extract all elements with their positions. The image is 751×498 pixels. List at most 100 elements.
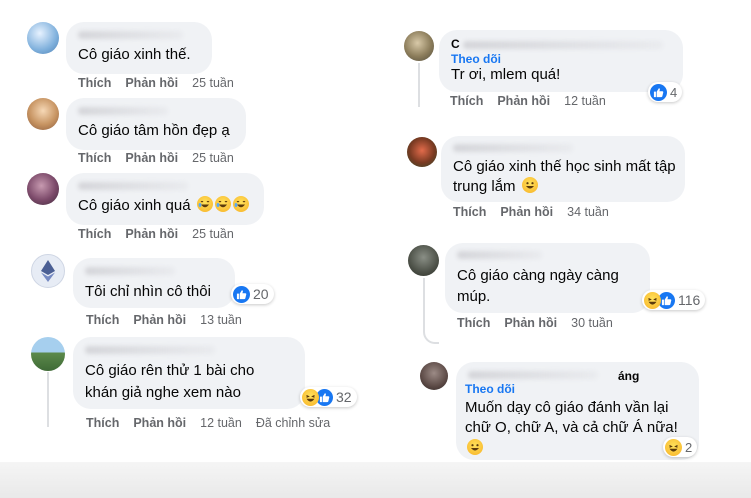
comment-time[interactable]: 12 tuần bbox=[200, 416, 242, 430]
commenter-name-redacted[interactable] bbox=[78, 31, 183, 39]
rofl-emoji-icon bbox=[196, 196, 213, 212]
thread-line bbox=[418, 63, 420, 107]
reaction-count: 116 bbox=[678, 292, 701, 308]
commenter-name-redacted[interactable] bbox=[78, 107, 168, 115]
reaction-count: 32 bbox=[336, 389, 352, 405]
comment-time[interactable]: 30 tuần bbox=[571, 316, 613, 330]
bottom-fade bbox=[0, 462, 751, 498]
like-action[interactable]: Thích bbox=[78, 76, 111, 90]
like-action[interactable]: Thích bbox=[78, 151, 111, 165]
like-action[interactable]: Thích bbox=[86, 416, 119, 430]
comment-bubble: Cô giáo xinh quá bbox=[66, 173, 264, 225]
haha-reaction-icon bbox=[665, 438, 682, 456]
avatar[interactable] bbox=[31, 337, 65, 371]
avatar[interactable] bbox=[27, 22, 59, 54]
haha-reaction-icon bbox=[302, 388, 319, 406]
comment-text-line: Muốn dạy cô giáo đánh vần lại bbox=[465, 399, 669, 416]
comment-time[interactable]: 12 tuần bbox=[564, 94, 606, 108]
reaction-summary[interactable]: 116 bbox=[642, 290, 706, 310]
rofl-emoji-icon bbox=[214, 196, 231, 212]
avatar[interactable] bbox=[27, 173, 59, 205]
reply-action[interactable]: Phản hồi bbox=[497, 94, 550, 108]
haha-reaction-icon bbox=[644, 291, 661, 309]
comment-text-line: Cô giáo xinh thế học sinh mất tập bbox=[453, 158, 676, 175]
comment-actions: Thích Phản hồi 12 tuần Đã chỉnh sửa bbox=[86, 416, 344, 430]
thread-connector bbox=[423, 278, 439, 344]
reply-action[interactable]: Phản hồi bbox=[500, 205, 553, 219]
avatar[interactable] bbox=[408, 245, 439, 276]
commenter-name-redacted[interactable] bbox=[463, 41, 663, 49]
comment-time[interactable]: 13 tuần bbox=[200, 313, 242, 327]
like-action[interactable]: Thích bbox=[86, 313, 119, 327]
like-action[interactable]: Thích bbox=[78, 227, 111, 241]
comment-text-body: Cô giáo xinh quá bbox=[78, 197, 191, 214]
reply-action[interactable]: Phản hồi bbox=[133, 416, 186, 430]
commenter-name-redacted[interactable] bbox=[85, 346, 215, 354]
comment-text-line: khán giả nghe xem nào bbox=[85, 384, 241, 401]
like-action[interactable]: Thích bbox=[450, 94, 483, 108]
like-action[interactable]: Thích bbox=[453, 205, 486, 219]
comment-time[interactable]: 25 tuần bbox=[192, 227, 234, 241]
reaction-count: 4 bbox=[670, 84, 678, 100]
rofl-emoji-icon bbox=[232, 196, 249, 212]
comment-actions: Thích Phản hồi 12 tuần bbox=[450, 94, 620, 108]
commenter-name-redacted[interactable] bbox=[453, 144, 573, 152]
comment-time[interactable]: 34 tuần bbox=[567, 205, 609, 219]
reaction-summary[interactable]: 32 bbox=[300, 387, 357, 407]
like-reaction-icon bbox=[650, 83, 667, 101]
avatar[interactable] bbox=[31, 254, 65, 288]
comment-text-line: chữ O, chữ A, và cả chữ Á nữa! bbox=[465, 419, 678, 436]
comment-text: Tôi chỉ nhìn cô thôi bbox=[85, 283, 211, 300]
commenter-name-redacted[interactable] bbox=[457, 251, 542, 259]
ethereum-logo-icon bbox=[41, 260, 55, 282]
comment-actions: Thích Phản hồi 25 tuần bbox=[78, 76, 248, 90]
avatar[interactable] bbox=[407, 137, 437, 167]
comment-actions: Thích Phản hồi 25 tuần bbox=[78, 227, 248, 241]
comment-text-body: trung lắm bbox=[453, 178, 516, 195]
comment-text-line: Cô giáo càng ngày càng bbox=[457, 267, 619, 284]
reply-action[interactable]: Phản hồi bbox=[125, 227, 178, 241]
like-reaction-icon bbox=[233, 285, 250, 303]
edited-label[interactable]: Đã chỉnh sửa bbox=[256, 416, 330, 430]
comment-bubble: C Theo dõi Tr ơi, mlem quá! bbox=[439, 30, 683, 92]
reply-action[interactable]: Phản hồi bbox=[125, 76, 178, 90]
reaction-count: 2 bbox=[685, 439, 693, 455]
comment-text-line: múp. bbox=[457, 288, 491, 305]
like-action[interactable]: Thích bbox=[457, 316, 490, 330]
comment-time[interactable]: 25 tuần bbox=[192, 76, 234, 90]
comment-time[interactable]: 25 tuần bbox=[192, 151, 234, 165]
avatar[interactable] bbox=[27, 98, 59, 130]
comment-actions: Thích Phản hồi 25 tuần bbox=[78, 151, 248, 165]
comment-actions: Thích Phản hồi 30 tuần bbox=[457, 316, 627, 330]
comment-actions: Thích Phản hồi 13 tuần bbox=[86, 313, 256, 327]
comment-bubble: Cô giáo tâm hồn đẹp ạ bbox=[66, 98, 246, 150]
thread-line bbox=[47, 372, 49, 427]
commenter-name-redacted[interactable] bbox=[85, 267, 175, 275]
comment-text-line: trung lắm bbox=[453, 176, 538, 198]
follow-link[interactable]: Theo dõi bbox=[465, 382, 515, 396]
commenter-name-partial[interactable]: áng bbox=[618, 365, 639, 387]
reaction-summary[interactable]: 2 bbox=[663, 437, 698, 457]
comment-text-line: Cô giáo rên thử 1 bài cho bbox=[85, 362, 255, 379]
comment-bubble: Cô giáo càng ngày càng múp. bbox=[445, 243, 650, 313]
avatar[interactable] bbox=[404, 31, 434, 61]
reaction-summary[interactable]: 4 bbox=[648, 82, 683, 102]
comment-bubble: Tôi chỉ nhìn cô thôi bbox=[73, 258, 235, 308]
reply-action[interactable]: Phản hồi bbox=[133, 313, 186, 327]
comment-text: Tr ơi, mlem quá! bbox=[451, 66, 561, 83]
comment-text: Cô giáo xinh quá bbox=[78, 195, 249, 217]
reaction-summary[interactable]: 20 bbox=[231, 284, 274, 304]
comment-bubble: Cô giáo rên thử 1 bài cho khán giả nghe … bbox=[73, 337, 305, 409]
commenter-name-redacted[interactable] bbox=[468, 371, 598, 379]
comment-actions: Thích Phản hồi 34 tuần bbox=[453, 205, 623, 219]
avatar[interactable] bbox=[420, 362, 448, 390]
commenter-name-redacted[interactable] bbox=[78, 182, 188, 190]
comment-bubble: Cô giáo xinh thế. bbox=[66, 22, 212, 74]
comment-text: Cô giáo tâm hồn đẹp ạ bbox=[78, 122, 230, 139]
reply-action[interactable]: Phản hồi bbox=[125, 151, 178, 165]
grin-emoji-icon bbox=[521, 177, 538, 193]
grin-emoji-icon bbox=[467, 439, 483, 455]
comment-bubble: Cô giáo xinh thế học sinh mất tập trung … bbox=[441, 136, 685, 202]
reply-action[interactable]: Phản hồi bbox=[504, 316, 557, 330]
comment-text: Cô giáo xinh thế. bbox=[78, 46, 191, 63]
